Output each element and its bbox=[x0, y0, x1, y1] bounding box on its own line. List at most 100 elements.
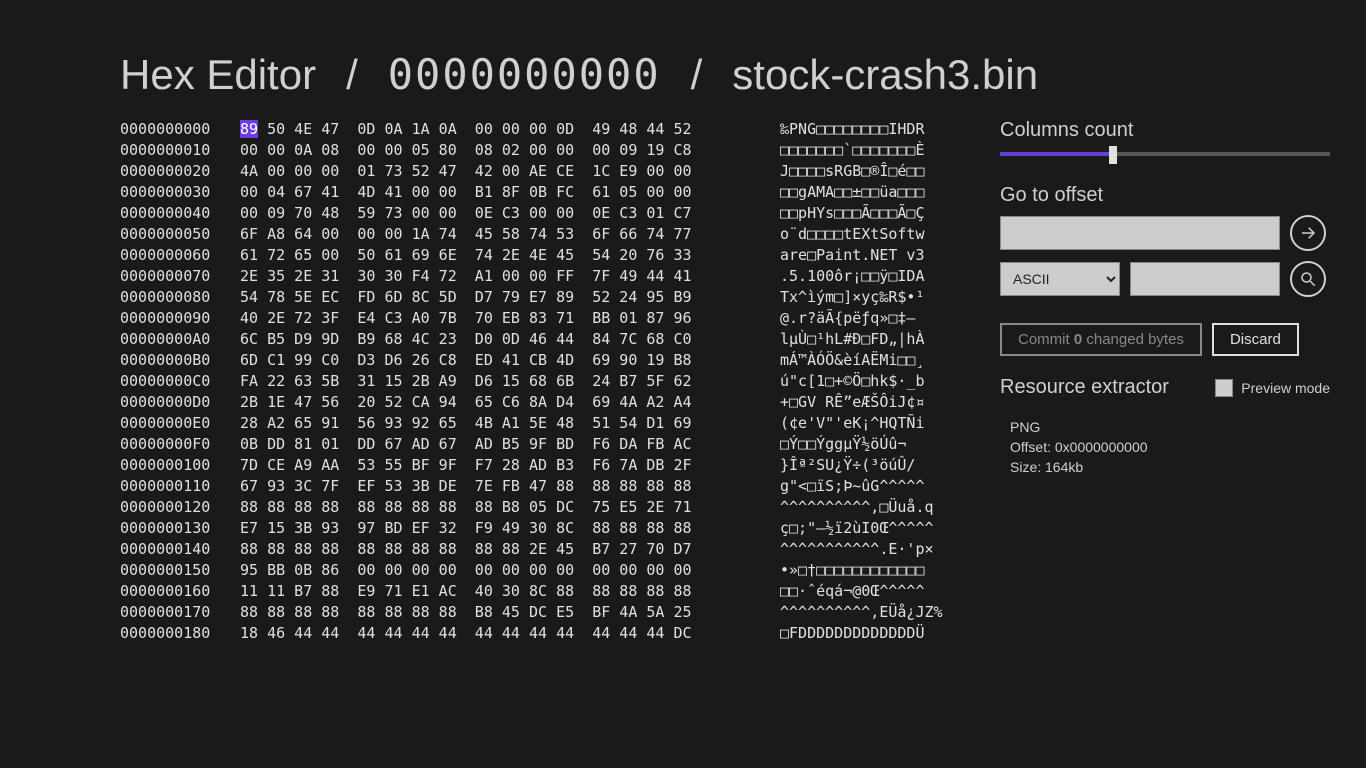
hex-offset: 0000000080 bbox=[120, 287, 240, 308]
hex-bytes[interactable]: 6D C1 99 C0 D3 D6 26 C8 ED 41 CB 4D 69 9… bbox=[240, 350, 780, 371]
hex-row[interactable]: 000000011067 93 3C 7F EF 53 3B DE 7E FB … bbox=[120, 476, 960, 497]
hex-bytes[interactable]: 67 93 3C 7F EF 53 3B DE 7E FB 47 88 88 8… bbox=[240, 476, 780, 497]
hex-row[interactable]: 0000000130E7 15 3B 93 97 BD EF 32 F9 49 … bbox=[120, 518, 960, 539]
hex-bytes[interactable]: 00 09 70 48 59 73 00 00 0E C3 00 00 0E C… bbox=[240, 203, 780, 224]
hex-offset: 0000000150 bbox=[120, 560, 240, 581]
hex-bytes[interactable]: 2E 35 2E 31 30 30 F4 72 A1 00 00 FF 7F 4… bbox=[240, 266, 780, 287]
slider-thumb[interactable] bbox=[1109, 146, 1117, 164]
hex-ascii[interactable]: are□Paint.NET v3 bbox=[780, 245, 960, 266]
hex-bytes[interactable]: 95 BB 0B 86 00 00 00 00 00 00 00 00 00 0… bbox=[240, 560, 780, 581]
hex-ascii[interactable]: ^^^^^^^^^^,EÜå¿JZ% bbox=[780, 602, 960, 623]
commit-button[interactable]: Commit 0 changed bytes bbox=[1000, 323, 1202, 356]
hex-row[interactable]: 00000000F00B DD 81 01 DD 67 AD 67 AD B5 … bbox=[120, 434, 960, 455]
hex-bytes[interactable]: 0B DD 81 01 DD 67 AD 67 AD B5 9F BD F6 D… bbox=[240, 434, 780, 455]
hex-bytes[interactable]: 4A 00 00 00 01 73 52 47 42 00 AE CE 1C E… bbox=[240, 161, 780, 182]
hex-ascii[interactable]: g"<□ïS;Þ~ûG^^^^^ bbox=[780, 476, 960, 497]
hex-ascii[interactable]: .5.100ôr¡□□ÿ□IDA bbox=[780, 266, 960, 287]
hex-row[interactable]: 00000000D02B 1E 47 56 20 52 CA 94 65 C6 … bbox=[120, 392, 960, 413]
hex-ascii[interactable]: @.r?äÃ{pëƒq»□‡– bbox=[780, 308, 960, 329]
hex-row[interactable]: 000000009040 2E 72 3F E4 C3 A0 7B 70 EB … bbox=[120, 308, 960, 329]
hex-ascii[interactable]: •»□†□□□□□□□□□□□□ bbox=[780, 560, 960, 581]
hex-offset: 00000000A0 bbox=[120, 329, 240, 350]
hex-row[interactable]: 000000014088 88 88 88 88 88 88 88 88 88 … bbox=[120, 539, 960, 560]
hex-ascii[interactable]: o¨d□□□□tEXtSoftw bbox=[780, 224, 960, 245]
hex-row[interactable]: 000000012088 88 88 88 88 88 88 88 88 B8 … bbox=[120, 497, 960, 518]
hex-bytes[interactable]: 11 11 B7 88 E9 71 E1 AC 40 30 8C 88 88 8… bbox=[240, 581, 780, 602]
hex-ascii[interactable]: ç□;"—½ï2ùI0Œ^^^^^ bbox=[780, 518, 960, 539]
hex-row[interactable]: 000000015095 BB 0B 86 00 00 00 00 00 00 … bbox=[120, 560, 960, 581]
hex-row[interactable]: 000000016011 11 B7 88 E9 71 E1 AC 40 30 … bbox=[120, 581, 960, 602]
search-button[interactable] bbox=[1290, 261, 1326, 297]
hex-bytes[interactable]: E7 15 3B 93 97 BD EF 32 F9 49 30 8C 88 8… bbox=[240, 518, 780, 539]
hex-row[interactable]: 00000000702E 35 2E 31 30 30 F4 72 A1 00 … bbox=[120, 266, 960, 287]
goto-offset-input[interactable] bbox=[1000, 216, 1280, 250]
hex-ascii[interactable]: □□pHYs□□□Ã□□□Ã□Ç bbox=[780, 203, 960, 224]
columns-slider[interactable] bbox=[1000, 152, 1330, 156]
hex-row[interactable]: 000000017088 88 88 88 88 88 88 88 B8 45 … bbox=[120, 602, 960, 623]
hex-ascii[interactable]: □□·ˆéqá¬@0Œ^^^^^ bbox=[780, 581, 960, 602]
hex-bytes[interactable]: 00 00 0A 08 00 00 05 80 08 02 00 00 00 0… bbox=[240, 140, 780, 161]
hex-ascii[interactable]: }Îª²SU¿Ÿ÷(­³öúÛ/ bbox=[780, 455, 960, 476]
hex-offset: 00000000C0 bbox=[120, 371, 240, 392]
hex-bytes[interactable]: 40 2E 72 3F E4 C3 A0 7B 70 EB 83 71 BB 0… bbox=[240, 308, 780, 329]
columns-count-label: Columns count bbox=[1000, 119, 1330, 142]
hex-ascii[interactable]: □Ý□□Ýg­g­µŸ½öÚû¬ bbox=[780, 434, 960, 455]
hex-bytes[interactable]: 88 88 88 88 88 88 88 88 B8 45 DC E5 BF 4… bbox=[240, 602, 780, 623]
hex-bytes[interactable]: 00 04 67 41 4D 41 00 00 B1 8F 0B FC 61 0… bbox=[240, 182, 780, 203]
hex-bytes[interactable]: 88 88 88 88 88 88 88 88 88 B8 05 DC 75 E… bbox=[240, 497, 780, 518]
hex-ascii[interactable]: □□gAMA□□±□□üa□□□ bbox=[780, 182, 960, 203]
hex-ascii[interactable]: +□GV RÊ”eÆŠÔiJ¢¤ bbox=[780, 392, 960, 413]
hex-ascii[interactable]: J□□□□sRGB□®Î□é□□ bbox=[780, 161, 960, 182]
hex-ascii[interactable]: ^^^^^^^^^^^.E·'p× bbox=[780, 539, 960, 560]
hex-offset: 0000000090 bbox=[120, 308, 240, 329]
hex-row[interactable]: 000000004000 09 70 48 59 73 00 00 0E C3 … bbox=[120, 203, 960, 224]
hex-view[interactable]: 000000000089 50 4E 47 0D 0A 1A 0A 00 00 … bbox=[120, 119, 960, 644]
hex-bytes[interactable]: 89 50 4E 47 0D 0A 1A 0A 00 00 00 0D 49 4… bbox=[240, 119, 780, 140]
hex-ascii[interactable]: lµÙ□¹hL#Ð□FD„|hÀ bbox=[780, 329, 960, 350]
hex-bytes[interactable]: 6C B5 D9 9D B9 68 4C 23 D0 0D 46 44 84 7… bbox=[240, 329, 780, 350]
hex-bytes[interactable]: 54 78 5E EC FD 6D 8C 5D D7 79 E7 89 52 2… bbox=[240, 287, 780, 308]
hex-row[interactable]: 00000001007D CE A9 AA 53 55 BF 9F F7 28 … bbox=[120, 455, 960, 476]
hex-row[interactable]: 00000000506F A8 64 00 00 00 1A 74 45 58 … bbox=[120, 224, 960, 245]
discard-button[interactable]: Discard bbox=[1212, 323, 1299, 356]
hex-row[interactable]: 00000000B06D C1 99 C0 D3 D6 26 C8 ED 41 … bbox=[120, 350, 960, 371]
hex-ascii[interactable]: □FDDDDDDDDDDDDDÜ bbox=[780, 623, 960, 644]
preview-mode-checkbox[interactable] bbox=[1215, 379, 1233, 397]
hex-offset: 00000000F0 bbox=[120, 434, 240, 455]
hex-row[interactable]: 000000006061 72 65 00 50 61 69 6E 74 2E … bbox=[120, 245, 960, 266]
hex-ascii[interactable]: ú"c[1□+©Ö□hk$·_b bbox=[780, 371, 960, 392]
search-input[interactable] bbox=[1130, 262, 1280, 296]
app-title: Hex Editor bbox=[120, 51, 316, 99]
hex-ascii[interactable]: □□□□□□□`□□□□□□□È bbox=[780, 140, 960, 161]
resource-info[interactable]: PNG Offset: 0x0000000000 Size: 164kb bbox=[1000, 417, 1330, 477]
hex-bytes[interactable]: 18 46 44 44 44 44 44 44 44 44 44 44 44 4… bbox=[240, 623, 780, 644]
hex-offset: 0000000160 bbox=[120, 581, 240, 602]
hex-row[interactable]: 00000000A06C B5 D9 9D B9 68 4C 23 D0 0D … bbox=[120, 329, 960, 350]
hex-row[interactable]: 000000003000 04 67 41 4D 41 00 00 B1 8F … bbox=[120, 182, 960, 203]
hex-row[interactable]: 000000000089 50 4E 47 0D 0A 1A 0A 00 00 … bbox=[120, 119, 960, 140]
hex-row[interactable]: 000000018018 46 44 44 44 44 44 44 44 44 … bbox=[120, 623, 960, 644]
current-offset: 0000000000 bbox=[388, 50, 661, 99]
resource-size: Size: 164kb bbox=[1010, 457, 1330, 477]
hex-bytes[interactable]: 88 88 88 88 88 88 88 88 88 88 2E 45 B7 2… bbox=[240, 539, 780, 560]
sidebar: Columns count Go to offset ASCII Commit … bbox=[960, 119, 1330, 644]
hex-offset: 0000000110 bbox=[120, 476, 240, 497]
hex-bytes[interactable]: 6F A8 64 00 00 00 1A 74 45 58 74 53 6F 6… bbox=[240, 224, 780, 245]
hex-ascii[interactable]: ‰PNG□□□□□□□□IHDR bbox=[780, 119, 960, 140]
hex-row[interactable]: 000000001000 00 0A 08 00 00 05 80 08 02 … bbox=[120, 140, 960, 161]
hex-ascii[interactable]: (¢e'V"'eK¡^HQTÑi bbox=[780, 413, 960, 434]
hex-row[interactable]: 000000008054 78 5E EC FD 6D 8C 5D D7 79 … bbox=[120, 287, 960, 308]
hex-row[interactable]: 00000000E028 A2 65 91 56 93 92 65 4B A1 … bbox=[120, 413, 960, 434]
hex-bytes[interactable]: 2B 1E 47 56 20 52 CA 94 65 C6 8A D4 69 4… bbox=[240, 392, 780, 413]
hex-ascii[interactable]: ^^^^^^^^^^,□Üuå.q bbox=[780, 497, 960, 518]
hex-ascii[interactable]: Tx^ìým□]×yç‰R$•¹ bbox=[780, 287, 960, 308]
hex-row[interactable]: 00000000204A 00 00 00 01 73 52 47 42 00 … bbox=[120, 161, 960, 182]
go-button[interactable] bbox=[1290, 215, 1326, 251]
hex-bytes[interactable]: FA 22 63 5B 31 15 2B A9 D6 15 68 6B 24 B… bbox=[240, 371, 780, 392]
search-type-select[interactable]: ASCII bbox=[1000, 262, 1120, 296]
hex-bytes[interactable]: 61 72 65 00 50 61 69 6E 74 2E 4E 45 54 2… bbox=[240, 245, 780, 266]
hex-ascii[interactable]: mÁ™ÀÓÖ&èíAËMi□□¸ bbox=[780, 350, 960, 371]
hex-bytes[interactable]: 28 A2 65 91 56 93 92 65 4B A1 5E 48 51 5… bbox=[240, 413, 780, 434]
hex-bytes[interactable]: 7D CE A9 AA 53 55 BF 9F F7 28 AD B3 F6 7… bbox=[240, 455, 780, 476]
hex-row[interactable]: 00000000C0FA 22 63 5B 31 15 2B A9 D6 15 … bbox=[120, 371, 960, 392]
